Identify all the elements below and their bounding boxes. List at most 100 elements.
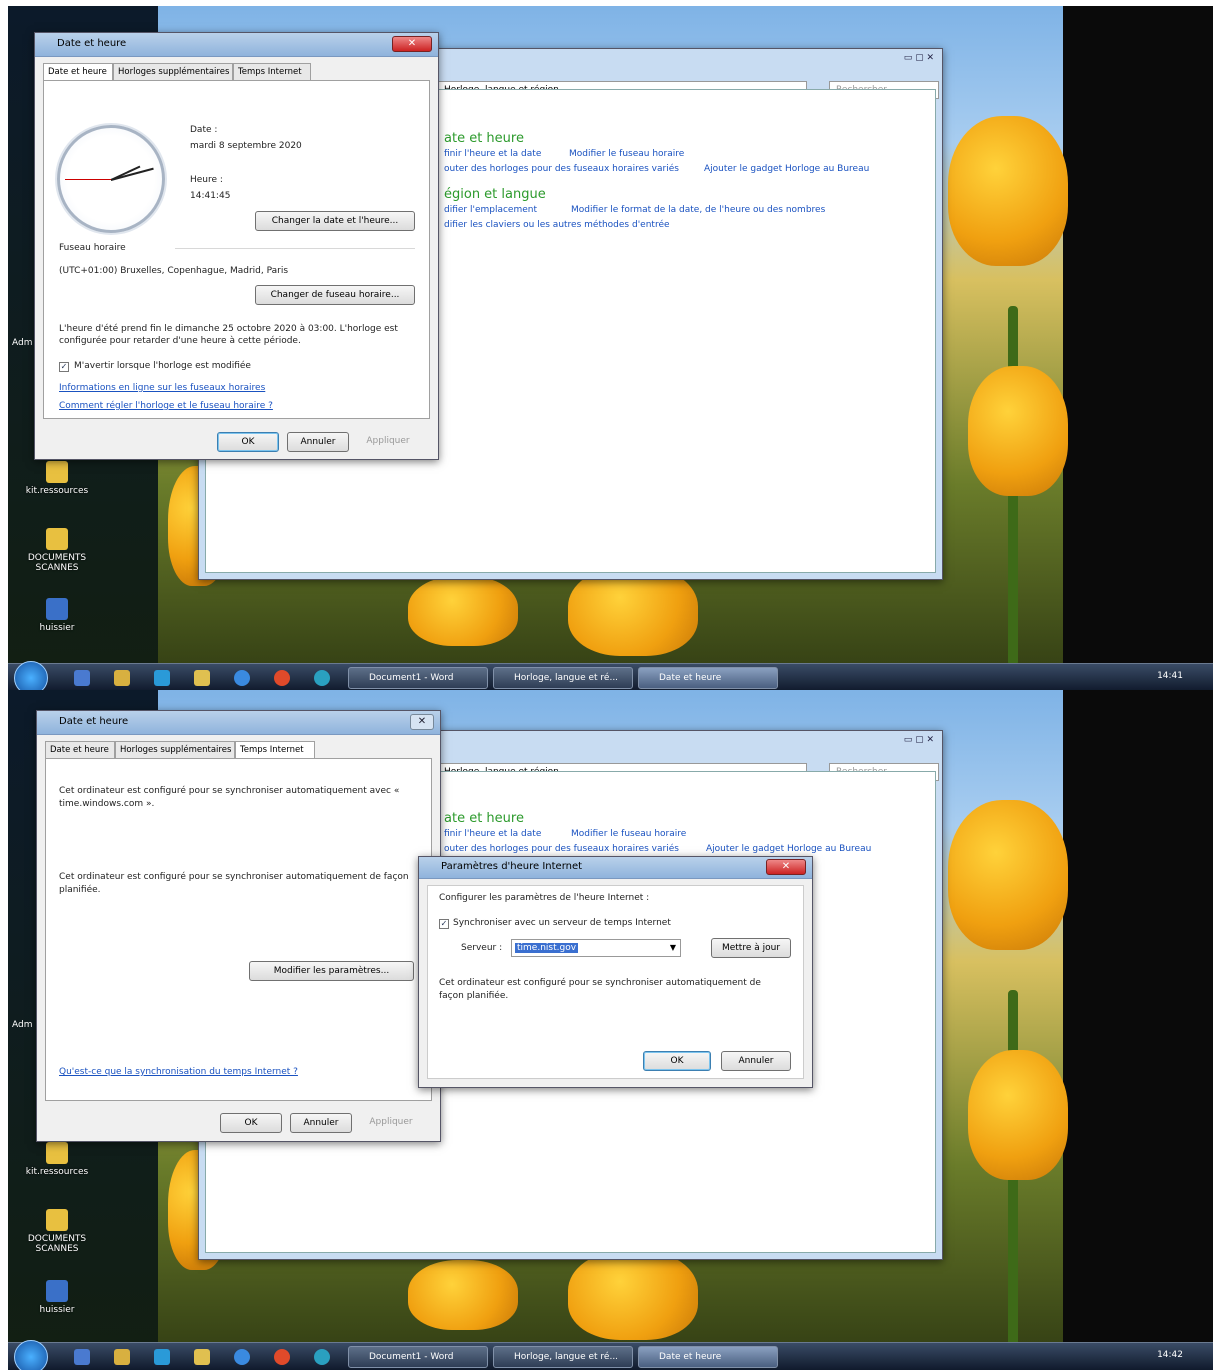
system-tray-clock[interactable]: 14:42 xyxy=(1157,1350,1183,1360)
window-controls[interactable]: ▭ ▢ ✕ xyxy=(904,53,934,63)
chevron-down-icon[interactable]: ▼ xyxy=(670,940,676,956)
window-controls[interactable]: ▭ ▢ ✕ xyxy=(904,735,934,745)
folder-icon xyxy=(46,528,68,550)
taskbar-icon[interactable] xyxy=(154,670,170,686)
separator xyxy=(175,248,415,249)
tab-date-heure[interactable]: Date et heure xyxy=(45,741,115,759)
sync-schedule-text: Cet ordinateur est configuré pour se syn… xyxy=(59,872,409,895)
desktop-icon-documents[interactable]: DOCUMENTS SCANNES xyxy=(16,1209,98,1254)
taskbar-button-word[interactable]: Document1 - Word xyxy=(348,667,488,689)
date-time-dialog[interactable]: Date et heure ✕ Date et heure Horloges s… xyxy=(34,32,439,460)
date-label: Date : xyxy=(190,125,218,135)
app-icon xyxy=(46,1280,68,1302)
taskbar-button-horloge[interactable]: Horloge, langue et ré... xyxy=(493,1346,633,1368)
internet-time-settings-dialog[interactable]: Paramètres d'heure Internet ✕ Configurer… xyxy=(418,856,813,1088)
taskbar-icon[interactable] xyxy=(314,1349,330,1365)
start-button[interactable] xyxy=(14,661,48,691)
apply-button[interactable]: Appliquer xyxy=(360,1113,422,1133)
change-date-time-button[interactable]: Changer la date et l'heure... xyxy=(255,211,415,231)
apply-button[interactable]: Appliquer xyxy=(357,432,419,452)
tab-temps-internet[interactable]: Temps Internet xyxy=(233,63,311,81)
close-icon[interactable]: ✕ xyxy=(410,714,434,730)
dst-note: L'heure d'été prend fin le dimanche 25 o… xyxy=(59,324,398,346)
dialog-heading: Configurer les paramètres de l'heure Int… xyxy=(439,893,650,903)
desktop-right-black xyxy=(1063,690,1213,1370)
link-modifier-fuseau[interactable]: Modifier le fuseau horaire xyxy=(571,829,686,839)
cancel-button[interactable]: Annuler xyxy=(721,1051,791,1071)
link-gadget[interactable]: Ajouter le gadget Horloge au Bureau xyxy=(706,844,871,854)
ok-button[interactable]: OK xyxy=(217,432,279,452)
link-emplacement[interactable]: difier l'emplacement xyxy=(444,205,537,215)
analog-clock xyxy=(57,125,165,233)
ok-button[interactable]: OK xyxy=(220,1113,282,1133)
taskbar-button-word[interactable]: Document1 - Word xyxy=(348,1346,488,1368)
desktop-right-black xyxy=(1063,6,1213,691)
desktop-icon-kit[interactable]: kit.ressources xyxy=(16,1142,98,1177)
folder-icon xyxy=(46,461,68,483)
tab-horloges[interactable]: Horloges supplémentaires xyxy=(113,63,233,81)
link-gadget[interactable]: Ajouter le gadget Horloge au Bureau xyxy=(704,164,869,174)
chrome-icon[interactable] xyxy=(274,670,290,686)
link-definir-heure[interactable]: finir l'heure et la date xyxy=(444,829,541,839)
section-title-date-heure[interactable]: ate et heure xyxy=(444,131,524,146)
taskbar-icon[interactable] xyxy=(114,1349,130,1365)
ok-button[interactable]: OK xyxy=(643,1051,711,1071)
server-combobox[interactable]: time.nist.gov ▼ xyxy=(511,939,681,957)
desktop-text-fragment: Adm xyxy=(12,338,33,348)
dialog-titlebar[interactable]: Date et heure ✕ xyxy=(37,711,440,735)
section-title-region[interactable]: égion et langue xyxy=(444,187,546,202)
sync-status-text: Cet ordinateur est configuré pour se syn… xyxy=(59,786,400,809)
dialog-title: Date et heure xyxy=(57,38,127,49)
notify-checkbox-label[interactable]: M'avertir lorsque l'horloge est modifiée xyxy=(74,361,251,371)
link-timezone-info[interactable]: Informations en ligne sur les fuseaux ho… xyxy=(59,383,265,393)
chrome-icon[interactable] xyxy=(274,1349,290,1365)
desktop-icon-kit[interactable]: kit.ressources xyxy=(16,461,98,496)
folder-icon[interactable] xyxy=(194,1349,210,1365)
taskbar-icon[interactable] xyxy=(74,1349,90,1365)
cancel-button[interactable]: Annuler xyxy=(290,1113,352,1133)
desktop-icon-huissier[interactable]: huissier xyxy=(16,598,98,633)
ie-icon[interactable] xyxy=(234,1349,250,1365)
ie-icon[interactable] xyxy=(234,670,250,686)
dialog-titlebar[interactable]: Paramètres d'heure Internet ✕ xyxy=(419,857,812,879)
link-claviers[interactable]: difier les claviers ou les autres méthod… xyxy=(444,220,670,230)
notify-checkbox[interactable]: ✓ xyxy=(59,362,69,372)
taskbar-icon[interactable] xyxy=(314,670,330,686)
date-value: mardi 8 septembre 2020 xyxy=(190,141,302,151)
desktop-text-fragment: Adm xyxy=(12,1020,33,1030)
taskbar-button-date-heure[interactable]: Date et heure xyxy=(638,667,778,689)
close-icon[interactable]: ✕ xyxy=(392,36,432,52)
update-now-button[interactable]: Mettre à jour xyxy=(711,938,791,958)
folder-icon[interactable] xyxy=(194,670,210,686)
dialog-title: Paramètres d'heure Internet xyxy=(441,861,583,872)
change-timezone-button[interactable]: Changer de fuseau horaire... xyxy=(255,285,415,305)
start-button[interactable] xyxy=(14,1340,48,1370)
sync-checkbox[interactable]: ✓ xyxy=(439,919,449,929)
link-what-is-sync[interactable]: Qu'est-ce que la synchronisation du temp… xyxy=(59,1067,298,1077)
date-time-dialog[interactable]: Date et heure ✕ Date et heure Horloges s… xyxy=(36,710,441,1142)
cancel-button[interactable]: Annuler xyxy=(287,432,349,452)
taskbar-button-horloge[interactable]: Horloge, langue et ré... xyxy=(493,667,633,689)
close-icon[interactable]: ✕ xyxy=(766,859,806,875)
section-title-date-heure[interactable]: ate et heure xyxy=(444,811,524,826)
desktop-icon-documents[interactable]: DOCUMENTS SCANNES xyxy=(16,528,98,573)
sync-checkbox-label[interactable]: Synchroniser avec un serveur de temps In… xyxy=(453,918,671,928)
taskbar-icon[interactable] xyxy=(154,1349,170,1365)
dialog-title: Date et heure xyxy=(59,716,129,727)
server-value: time.nist.gov xyxy=(515,943,579,953)
modify-settings-button[interactable]: Modifier les paramètres... xyxy=(249,961,414,981)
link-ajouter-horloges[interactable]: outer des horloges pour des fuseaux hora… xyxy=(444,844,679,854)
link-how-to-set-clock[interactable]: Comment régler l'horloge et le fuseau ho… xyxy=(59,401,273,411)
dialog-titlebar[interactable]: Date et heure ✕ xyxy=(35,33,438,57)
taskbar-icon[interactable] xyxy=(114,670,130,686)
link-format[interactable]: Modifier le format de la date, de l'heur… xyxy=(571,205,825,215)
link-definir-heure[interactable]: finir l'heure et la date xyxy=(444,149,541,159)
link-modifier-fuseau[interactable]: Modifier le fuseau horaire xyxy=(569,149,684,159)
taskbar-button-date-heure[interactable]: Date et heure xyxy=(638,1346,778,1368)
tulip-flower xyxy=(408,576,518,646)
system-tray-clock[interactable]: 14:41 xyxy=(1157,671,1183,681)
link-ajouter-horloges[interactable]: outer des horloges pour des fuseaux hora… xyxy=(444,164,679,174)
taskbar-icon[interactable] xyxy=(74,670,90,686)
desktop-icon-huissier[interactable]: huissier xyxy=(16,1280,98,1315)
tab-horloges[interactable]: Horloges supplémentaires xyxy=(115,741,235,759)
